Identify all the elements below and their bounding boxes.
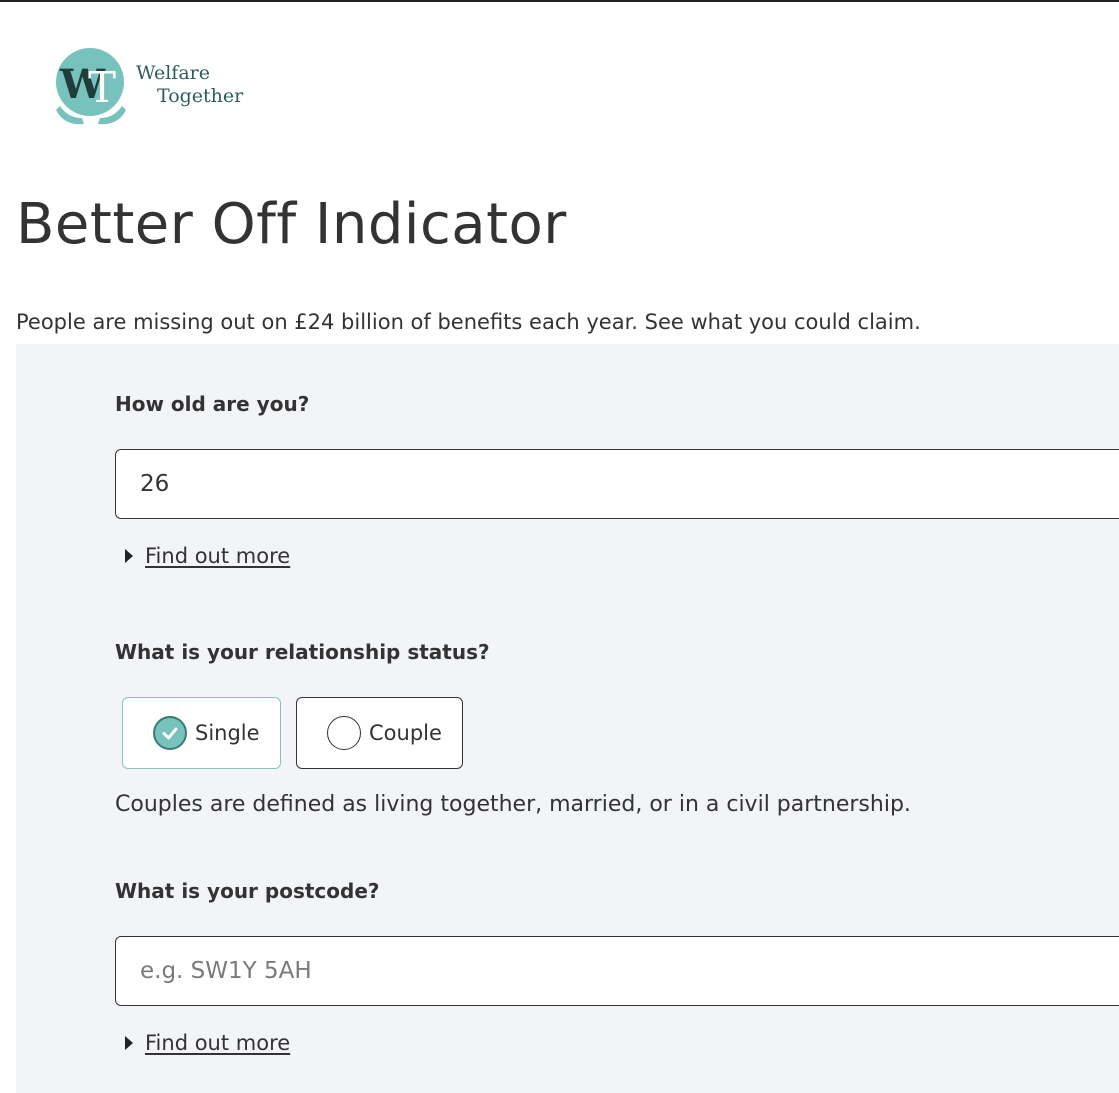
questions-panel: How old are you? Find out more What is y… xyxy=(16,344,1119,1093)
age-find-out-more-link[interactable]: Find out more xyxy=(145,544,290,568)
postcode-input[interactable] xyxy=(115,936,1119,1006)
intro-text: People are missing out on £24 billion of… xyxy=(16,310,921,334)
relationship-question-label: What is your relationship status? xyxy=(115,640,490,664)
page-title: Better Off Indicator xyxy=(16,192,567,257)
logo-line1: Welfare xyxy=(136,62,210,84)
couple-label: Couple xyxy=(369,721,442,745)
logo-wordmark: Welfare Together xyxy=(136,62,243,108)
welfare-together-logo[interactable]: W T Welfare Together xyxy=(54,44,254,128)
postcode-find-out-more-link[interactable]: Find out more xyxy=(145,1031,290,1055)
age-question-label: How old are you? xyxy=(115,392,310,416)
top-border xyxy=(0,0,1119,2)
logo-mark-icon: W T xyxy=(56,48,126,125)
caret-right-icon xyxy=(125,549,133,563)
relationship-helper-text: Couples are defined as living together, … xyxy=(115,792,911,817)
unchecked-radio-icon xyxy=(327,716,361,750)
single-label: Single xyxy=(195,721,260,745)
svg-text:T: T xyxy=(88,63,116,112)
postcode-find-out-more[interactable]: Find out more xyxy=(125,1031,290,1055)
postcode-question-label: What is your postcode? xyxy=(115,879,380,903)
relationship-option-couple[interactable]: Couple xyxy=(296,697,463,769)
logo-line2: Together xyxy=(157,85,244,107)
relationship-option-single[interactable]: Single xyxy=(122,697,281,769)
age-find-out-more[interactable]: Find out more xyxy=(125,544,290,568)
checked-radio-icon xyxy=(153,716,187,750)
age-input[interactable] xyxy=(115,449,1119,519)
caret-right-icon xyxy=(125,1036,133,1050)
check-icon xyxy=(162,727,178,740)
